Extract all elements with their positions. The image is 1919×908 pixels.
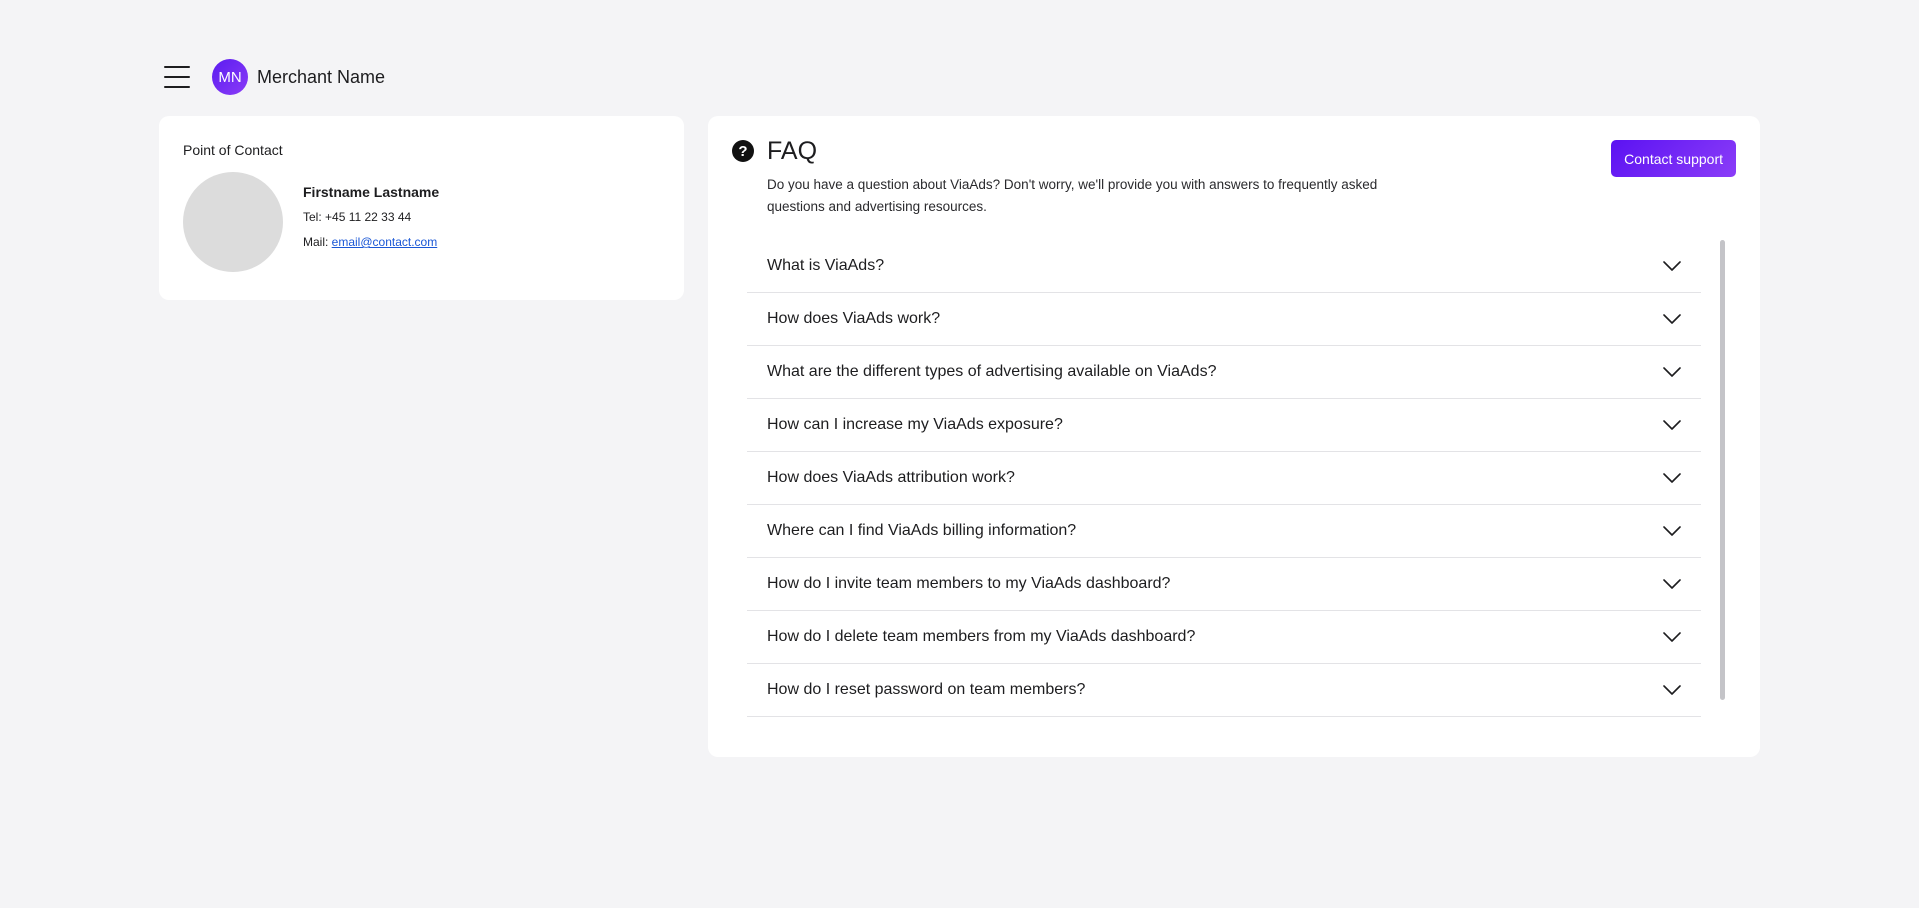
chevron-down-icon[interactable]: [1663, 632, 1681, 642]
faq-item[interactable]: How do I edit team member information?: [747, 717, 1701, 734]
faq-item[interactable]: What is ViaAds?: [747, 240, 1701, 293]
faq-question: How do I invite team members to my ViaAd…: [767, 575, 1171, 592]
chevron-down-icon[interactable]: [1663, 685, 1681, 695]
merchant-name: Merchant Name: [257, 66, 386, 87]
contact-card-title: Point of Contact: [183, 142, 283, 158]
contact-phone-value: +45 11 22 33 44: [325, 210, 412, 224]
faq-item[interactable]: How do I invite team members to my ViaAd…: [747, 558, 1701, 611]
faq-item[interactable]: How can I increase my ViaAds exposure?: [747, 399, 1701, 452]
faq-card: ? FAQ Do you have a question about ViaAd…: [708, 116, 1760, 757]
question-circle-icon: ?: [732, 140, 754, 162]
contact-support-button[interactable]: Contact support: [1611, 140, 1736, 177]
faq-title: FAQ: [767, 137, 818, 165]
faq-scrollbar[interactable]: [1720, 240, 1725, 734]
contact-phone: Tel: +45 11 22 33 44: [303, 210, 439, 224]
contact-photo: [183, 172, 283, 272]
faq-question: Where can I find ViaAds billing informat…: [767, 522, 1077, 539]
faq-item[interactable]: What are the different types of advertis…: [747, 346, 1701, 399]
top-bar: MN Merchant Name: [164, 58, 385, 96]
faq-question: How can I increase my ViaAds exposure?: [767, 416, 1063, 433]
faq-question: What are the different types of advertis…: [767, 363, 1217, 380]
chevron-down-icon[interactable]: [1663, 579, 1681, 589]
chevron-down-icon[interactable]: [1663, 526, 1681, 536]
faq-question: How does ViaAds work?: [767, 310, 941, 327]
faq-question: How do I delete team members from my Via…: [767, 628, 1196, 645]
chevron-down-icon[interactable]: [1663, 420, 1681, 430]
chevron-down-icon[interactable]: [1663, 261, 1681, 271]
chevron-down-icon[interactable]: [1663, 367, 1681, 377]
point-of-contact-card: Point of Contact Firstname Lastname Tel:…: [159, 116, 684, 300]
contact-body: Firstname Lastname Tel: +45 11 22 33 44 …: [183, 172, 660, 272]
contact-mail-label: Mail:: [303, 235, 332, 249]
chevron-down-icon[interactable]: [1663, 314, 1681, 324]
faq-question: What is ViaAds?: [767, 257, 885, 274]
faq-item[interactable]: How do I delete team members from my Via…: [747, 611, 1701, 664]
faq-item[interactable]: How does ViaAds attribution work?: [747, 452, 1701, 505]
contact-name: Firstname Lastname: [303, 184, 440, 200]
merchant-avatar[interactable]: MN: [212, 59, 248, 95]
faq-description: Do you have a question about ViaAds? Don…: [767, 177, 1378, 214]
faq-item[interactable]: How do I reset password on team members?: [747, 664, 1701, 717]
contact-email-link[interactable]: email@contact.com: [332, 235, 438, 249]
faq-question: How do I reset password on team members?: [767, 681, 1086, 698]
faq-list: What is ViaAds? How does ViaAds work? What…: [747, 240, 1701, 734]
contact-mail: Mail: email@contact.com: [303, 235, 439, 249]
hamburger-menu-icon[interactable]: [164, 66, 190, 88]
faq-item[interactable]: Where can I find ViaAds billing informat…: [747, 505, 1701, 558]
chevron-down-icon[interactable]: [1663, 473, 1681, 483]
faq-scrollbar-thumb[interactable]: [1720, 240, 1725, 700]
faq-question: How does ViaAds attribution work?: [767, 469, 1015, 486]
contact-phone-label: Tel:: [303, 210, 326, 224]
contact-details: Firstname Lastname Tel: +45 11 22 33 44 …: [303, 184, 439, 260]
faq-item[interactable]: How does ViaAds work?: [747, 293, 1701, 346]
